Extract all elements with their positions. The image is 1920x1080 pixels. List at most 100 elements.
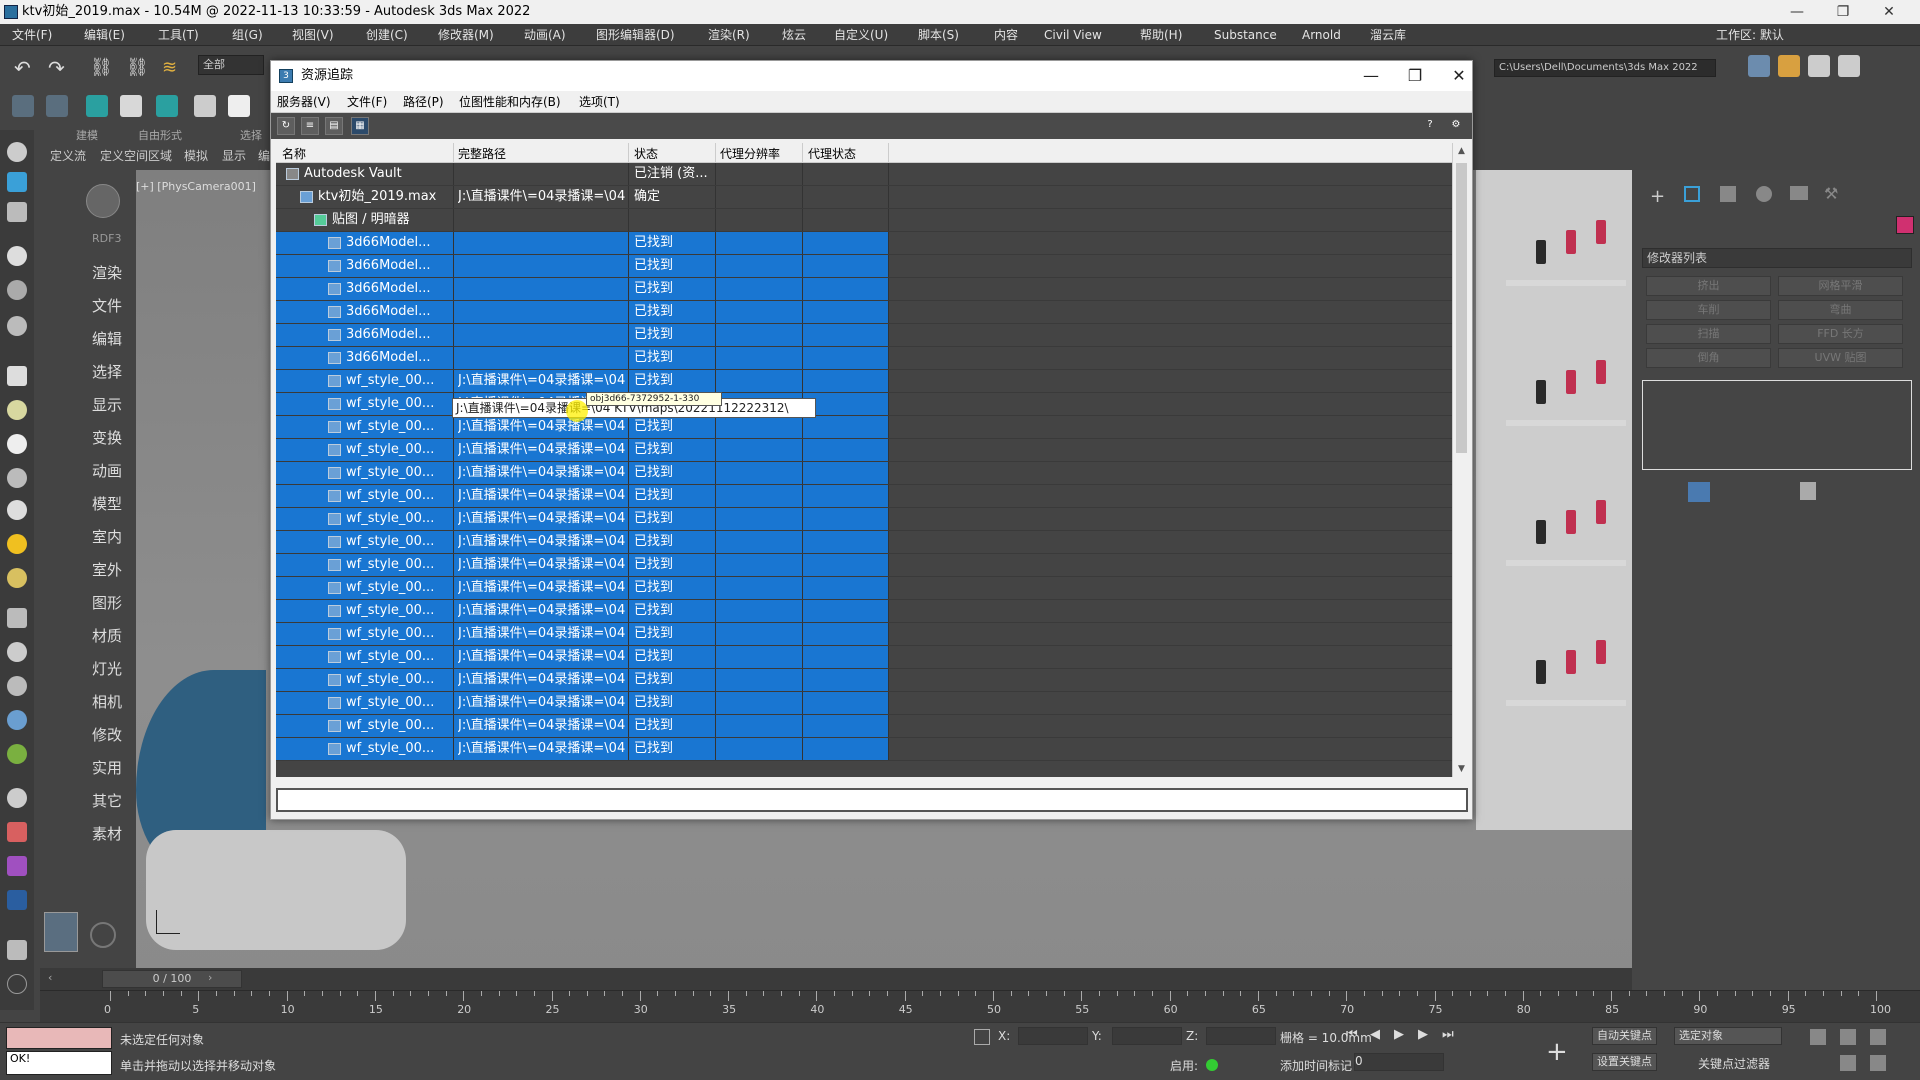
maxscript-output[interactable]: OK! — [6, 1051, 112, 1075]
asset-name[interactable]: wf_style_00... — [346, 623, 453, 645]
strip-icon-10[interactable] — [7, 468, 27, 488]
strip-icon-3[interactable] — [7, 202, 27, 222]
ribbon-subtab-simulate[interactable]: 模拟 — [184, 147, 208, 164]
asset-path[interactable]: J:\直播课件\=04录播课=\04 KTV\maps\... — [458, 370, 628, 392]
add-time-tag[interactable]: 添加时间标记 — [1280, 1057, 1352, 1074]
asset-name[interactable]: wf_style_00... — [346, 600, 453, 622]
table-row[interactable]: Autodesk Vault 已注销 (资... — [276, 163, 1452, 186]
modifier-button-extrude[interactable]: 挤出 — [1646, 276, 1771, 296]
asset-name[interactable]: wf_style_00... — [346, 462, 453, 484]
column-separator[interactable] — [453, 143, 454, 163]
asset-path[interactable]: J:\直播课件\=04录播课=\04 KTV\ — [458, 186, 628, 208]
ribbon-subtab-edit[interactable]: 编 — [258, 147, 270, 164]
goto-end-icon[interactable]: ⏭ — [1442, 1027, 1462, 1047]
asset-path[interactable]: J:\直播课件\=04录播课=\04 KTV\maps\... — [458, 669, 628, 691]
settings-icon[interactable]: ⚙ — [1447, 117, 1465, 135]
side-cmd-transform[interactable]: 变换 — [92, 427, 122, 448]
asset-name[interactable]: wf_style_00... — [346, 370, 453, 392]
dialog-menu-bitmap-performance[interactable]: 位图性能和内存(B) — [459, 93, 561, 111]
dialog-menu-options[interactable]: 选项(T) — [579, 93, 620, 111]
time-slider[interactable]: ‹ 0 / 100 › — [40, 968, 1632, 990]
menu-edit[interactable]: 编辑(E) — [84, 26, 125, 44]
column-separator[interactable] — [628, 143, 629, 163]
project-folder-icon[interactable] — [1748, 55, 1770, 77]
table-row[interactable]: wf_style_00...J:\直播课件\=04录播课=\04 KTV\map… — [276, 738, 1452, 761]
detail-view-icon[interactable]: ▤ — [325, 117, 343, 135]
viewport-layout-icon[interactable] — [44, 912, 78, 952]
table-row[interactable]: wf_style_00...J:\直播课件\=04录播课=\04 KTV\map… — [276, 531, 1452, 554]
side-cmd-camera[interactable]: 相机 — [92, 691, 122, 712]
strip-icon-12[interactable] — [7, 534, 27, 554]
strip-icon-6[interactable] — [7, 316, 27, 336]
select-object-icon[interactable] — [12, 95, 34, 117]
z-coordinate-field[interactable] — [1206, 1027, 1276, 1045]
column-proxy-resolution[interactable]: 代理分辨率 — [720, 145, 780, 162]
selected-object-dropdown[interactable]: 选定对象 — [1674, 1027, 1782, 1045]
strip-icon-17[interactable] — [7, 710, 27, 730]
menu-liuyunku[interactable]: 溜云库 — [1370, 26, 1406, 44]
dialog-maximize-button[interactable]: ❐ — [1393, 61, 1437, 91]
table-row[interactable]: wf_style_00...J:\直播课件\=04录播课=\04 KTV\map… — [276, 439, 1452, 462]
table-row[interactable]: wf_style_00...J:\直播课件\=04录播课=\04 KTV\map… — [276, 715, 1452, 738]
table-row[interactable]: wf_style_00...J:\直播课件\=04录播课=\04 KTV\map… — [276, 508, 1452, 531]
asset-name[interactable]: wf_style_00... — [346, 692, 453, 714]
asset-path[interactable] — [458, 301, 628, 323]
column-name[interactable]: 名称 — [282, 145, 306, 162]
zoom-icon[interactable] — [1810, 1029, 1826, 1045]
side-cmd-exterior[interactable]: 室外 — [92, 559, 122, 580]
strip-icon-22[interactable] — [7, 890, 27, 910]
asset-name[interactable]: wf_style_00... — [346, 416, 453, 438]
orbit-icon[interactable] — [1870, 1029, 1886, 1045]
project-path-dropdown[interactable]: C:\Users\Dell\Documents\3ds Max 2022 — [1494, 59, 1716, 77]
prev-frame-icon[interactable]: ◀ — [1370, 1027, 1390, 1047]
menu-help[interactable]: 帮助(H) — [1140, 26, 1182, 44]
strip-icon-9[interactable] — [7, 434, 27, 454]
table-row[interactable]: 3d66Model... 已找到 — [276, 324, 1452, 347]
scroll-up-arrow-icon[interactable]: ▲ — [1453, 143, 1470, 159]
dialog-path-field[interactable] — [276, 788, 1468, 812]
dialog-close-button[interactable]: ✕ — [1437, 61, 1481, 91]
reference-coord-icon[interactable] — [228, 95, 250, 117]
current-frame-field[interactable]: 0 — [1354, 1053, 1444, 1071]
select-rotate-icon[interactable] — [120, 95, 142, 117]
asset-path[interactable]: J:\直播课件\=04录播课=\04 KTV\maps\... — [458, 577, 628, 599]
asset-name[interactable]: ktv初始_2019.max — [318, 186, 453, 208]
table-row[interactable]: wf_style_00...J:\直播课件\=04录播课=\04 KTV\map… — [276, 370, 1452, 393]
table-row[interactable]: 3d66Model... 已找到 — [276, 278, 1452, 301]
asset-name[interactable]: 3d66Model... — [346, 347, 453, 369]
asset-name[interactable]: 3d66Model... — [346, 255, 453, 277]
side-cmd-interior[interactable]: 室内 — [92, 526, 122, 547]
asset-name[interactable]: wf_style_00... — [346, 577, 453, 599]
asset-name[interactable]: wf_style_00... — [346, 393, 453, 415]
side-cmd-select[interactable]: 选择 — [92, 361, 122, 382]
table-row[interactable]: wf_style_00...J:\直播课件\=04录播课=\04 KTV\map… — [276, 692, 1452, 715]
strip-icon-5[interactable] — [7, 280, 27, 300]
menu-scripting[interactable]: 脚本(S) — [918, 26, 959, 44]
help-icon[interactable]: ? — [1421, 117, 1439, 135]
asset-name[interactable]: wf_style_00... — [346, 738, 453, 760]
strip-icon-20[interactable] — [7, 822, 27, 842]
table-row[interactable]: wf_style_00...J:\直播课件\=04录播课=\04 KTV\map… — [276, 577, 1452, 600]
y-coordinate-field[interactable] — [1112, 1027, 1182, 1045]
strip-icon-16[interactable] — [7, 676, 27, 696]
field-of-view-icon[interactable] — [1840, 1055, 1856, 1071]
asset-path[interactable] — [458, 209, 628, 231]
asset-path[interactable]: J:\直播课件\=04录播课=\04 KTV\maps\... — [458, 692, 628, 714]
asset-name[interactable]: 3d66Model... — [346, 324, 453, 346]
help-icon[interactable] — [7, 974, 27, 994]
select-scale-icon[interactable] — [156, 95, 178, 117]
asset-path[interactable]: J:\直播课件\=04录播课=\04 KTV\maps\... — [458, 623, 628, 645]
strip-icon-7[interactable] — [7, 366, 27, 386]
asset-path[interactable]: J:\直播课件\=04录播课=\04 KTV\maps\... — [458, 738, 628, 760]
dialog-minimize-button[interactable]: — — [1349, 61, 1393, 91]
strip-icon-4[interactable] — [7, 246, 27, 266]
asset-name[interactable]: wf_style_00... — [346, 554, 453, 576]
asset-path[interactable] — [458, 324, 628, 346]
asset-name[interactable]: wf_style_00... — [346, 485, 453, 507]
table-row[interactable]: wf_style_00...J:\直播课件\=04录播课=\04 KTV\map… — [276, 485, 1452, 508]
menu-rendering[interactable]: 渲染(R) — [708, 26, 750, 44]
configure-sets-icon[interactable] — [1800, 482, 1816, 500]
viewcube-icon[interactable] — [86, 184, 120, 218]
table-row[interactable]: 3d66Model... 已找到 — [276, 301, 1452, 324]
asset-path[interactable] — [458, 163, 628, 185]
